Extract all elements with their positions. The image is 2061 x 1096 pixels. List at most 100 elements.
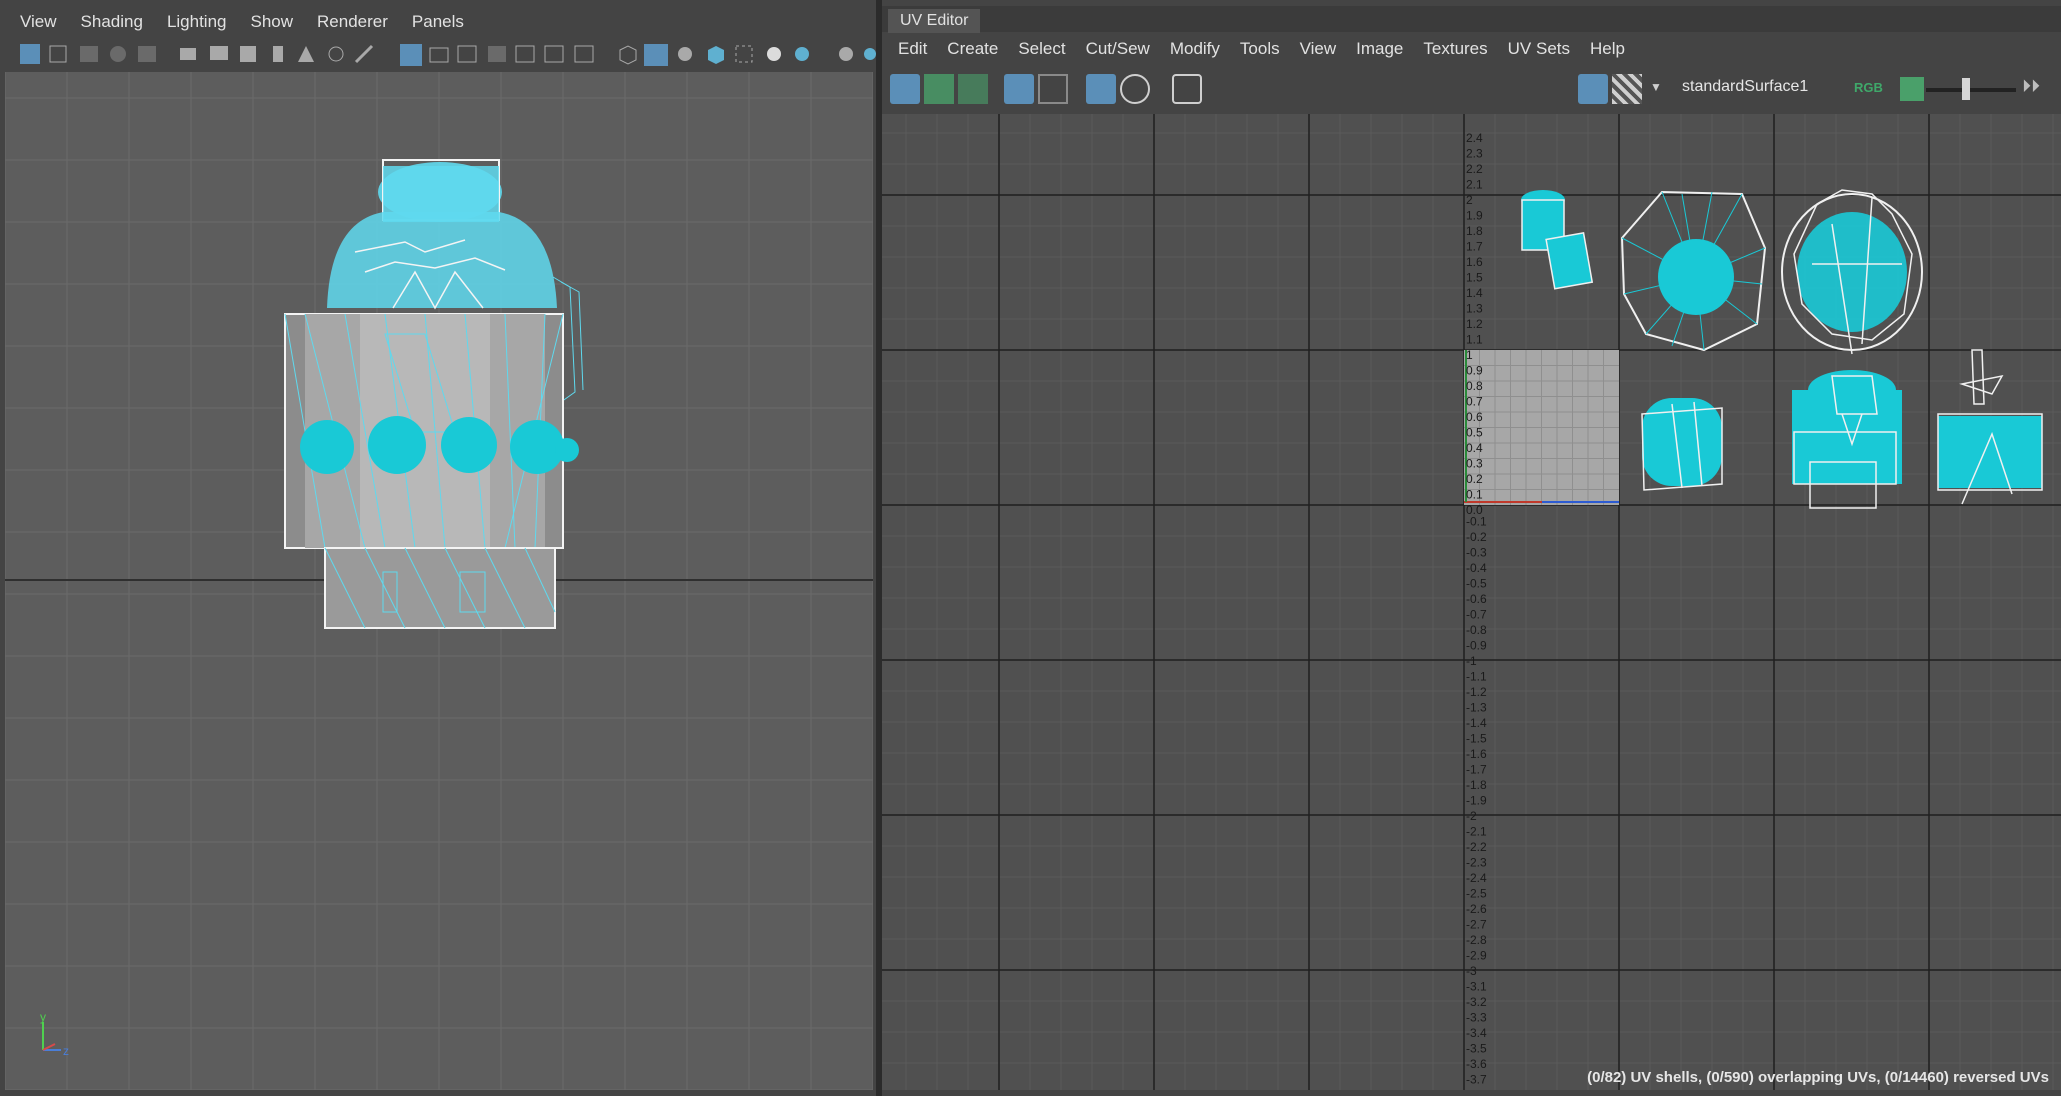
v-tick-label: -3.7 bbox=[1466, 1073, 1487, 1087]
uv-grid: 2.4 2.32.2 2.12 1.91.8 1.71.6 1.51.4 1.31.2 1.1… bbox=[882, 114, 2061, 1090]
uv-editor-menubar: Edit Create Select Cut/Sew Modify Tools … bbox=[882, 34, 2061, 64]
v-tick-label: 0.8 bbox=[1466, 379, 1483, 393]
menu-textures[interactable]: Textures bbox=[1413, 39, 1497, 59]
uv-grid-view-icon[interactable] bbox=[1004, 74, 1034, 104]
v-tick-label: 1 bbox=[1466, 348, 1473, 362]
light-bulb-icon[interactable] bbox=[767, 47, 781, 61]
camera-lock-icon[interactable] bbox=[210, 46, 228, 60]
menu-uv-sets[interactable]: UV Sets bbox=[1498, 39, 1580, 59]
v-tick-label: -2.9 bbox=[1466, 949, 1487, 963]
camera-attributes-icon[interactable] bbox=[49, 45, 67, 63]
select-camera-icon[interactable] bbox=[20, 44, 40, 64]
menu-select[interactable]: Select bbox=[1008, 39, 1075, 59]
v-tick-label: 0.3 bbox=[1466, 457, 1483, 471]
uv-layout-icon[interactable] bbox=[924, 74, 954, 104]
wireframe-icon[interactable] bbox=[619, 45, 637, 65]
v-tick-label: -2.2 bbox=[1466, 840, 1487, 854]
menu-lighting[interactable]: Lighting bbox=[155, 12, 239, 32]
menu-view[interactable]: View bbox=[8, 12, 69, 32]
v-tick-label: 1.8 bbox=[1466, 224, 1483, 238]
v-tick-label: -3.2 bbox=[1466, 995, 1487, 1009]
shadows-icon[interactable] bbox=[795, 47, 809, 61]
viewport-scene bbox=[5, 72, 873, 1090]
uv-checker-view-icon[interactable] bbox=[1038, 74, 1068, 104]
v-tick-label: -2.1 bbox=[1466, 825, 1487, 839]
v-tick-label: 0.1 bbox=[1466, 488, 1483, 502]
v-tick-label: 1.5 bbox=[1466, 271, 1483, 285]
v-tick-label: 2.1 bbox=[1466, 178, 1483, 192]
field-chart-icon[interactable] bbox=[515, 45, 535, 63]
smooth-shade-icon[interactable] bbox=[644, 44, 668, 66]
grid-snap-icon[interactable] bbox=[298, 46, 314, 62]
uv-brightness-slider-handle[interactable] bbox=[1962, 78, 1970, 100]
uv-editor-toolbar: ▼ standardSurface1 RGB ⏵⏵ bbox=[882, 68, 2061, 112]
bookmark-icon[interactable] bbox=[273, 46, 283, 62]
uv-editor-tab[interactable]: UV Editor bbox=[888, 9, 981, 33]
v-tick-label: -2.3 bbox=[1466, 856, 1487, 870]
chevron-down-icon[interactable]: ▼ bbox=[1650, 80, 1662, 94]
menu-modify[interactable]: Modify bbox=[1160, 39, 1230, 59]
menu-uv-view[interactable]: View bbox=[1290, 39, 1347, 59]
rgb-channel-toggle[interactable]: RGB bbox=[1854, 80, 1883, 95]
v-tick-label: 1.4 bbox=[1466, 286, 1483, 300]
v-tick-label: -0.7 bbox=[1466, 608, 1487, 622]
v-tick-label: -1.6 bbox=[1466, 747, 1487, 761]
v-tick-label: 0.4 bbox=[1466, 441, 1483, 455]
v-tick-label: -2 bbox=[1466, 809, 1477, 823]
uv-image-display-icon[interactable] bbox=[1578, 74, 1608, 104]
camera-gear-icon[interactable] bbox=[240, 46, 256, 62]
uv-stairs-icon[interactable] bbox=[958, 74, 988, 104]
v-tick-label: -3.4 bbox=[1466, 1026, 1487, 1040]
lighting-icon[interactable] bbox=[678, 47, 692, 61]
safe-title-icon[interactable] bbox=[574, 45, 594, 63]
2d-pan-icon[interactable] bbox=[138, 46, 156, 62]
uv-brightness-slider[interactable] bbox=[1926, 88, 2016, 92]
menu-panels[interactable]: Panels bbox=[400, 12, 476, 32]
resolution-gate-icon[interactable] bbox=[457, 45, 477, 63]
film-gate-icon[interactable] bbox=[328, 46, 344, 62]
v-tick-label: 0.5 bbox=[1466, 426, 1483, 440]
uv-shell-select-icon[interactable] bbox=[890, 74, 920, 104]
mesh-wireframe[interactable] bbox=[284, 159, 584, 629]
menu-edit[interactable]: Edit bbox=[888, 39, 937, 59]
v-tick-label: -1 bbox=[1466, 654, 1477, 668]
perspective-viewport[interactable]: y z bbox=[5, 72, 873, 1090]
v-tick-label: -3.5 bbox=[1466, 1042, 1487, 1056]
textured-icon[interactable] bbox=[708, 46, 724, 64]
menu-cut-sew[interactable]: Cut/Sew bbox=[1076, 39, 1160, 59]
v-tick-label: -3.1 bbox=[1466, 980, 1487, 994]
toolbar-expand-icon[interactable]: ⏵⏵ bbox=[2022, 76, 2040, 97]
uv-checker-map-icon[interactable] bbox=[1612, 74, 1642, 104]
menu-image[interactable]: Image bbox=[1346, 39, 1413, 59]
camera-icon[interactable] bbox=[180, 48, 196, 60]
v-tick-label: -3.3 bbox=[1466, 1011, 1487, 1025]
menu-help[interactable]: Help bbox=[1580, 39, 1635, 59]
menu-shading[interactable]: Shading bbox=[69, 12, 155, 32]
menu-renderer[interactable]: Renderer bbox=[305, 12, 400, 32]
menu-tools[interactable]: Tools bbox=[1230, 39, 1290, 59]
uv-pixel-snap-icon[interactable] bbox=[1086, 74, 1116, 104]
xray-icon[interactable] bbox=[735, 45, 753, 63]
uv-snapshot-camera-icon[interactable] bbox=[1172, 74, 1202, 104]
image-plane-icon[interactable] bbox=[110, 46, 126, 62]
v-tick-label: -0.3 bbox=[1466, 546, 1487, 560]
uv-isolate-icon[interactable] bbox=[1120, 74, 1150, 104]
pencil-icon[interactable] bbox=[354, 44, 374, 64]
motion-blur-icon[interactable] bbox=[864, 48, 876, 60]
uv-texture-filter-icon[interactable] bbox=[1900, 77, 1924, 101]
v-tick-label: -2.6 bbox=[1466, 902, 1487, 916]
safe-action-icon[interactable] bbox=[544, 45, 564, 63]
menu-show[interactable]: Show bbox=[239, 12, 306, 32]
material-name[interactable]: standardSurface1 bbox=[1682, 78, 1808, 96]
uv-canvas[interactable]: 2.4 2.3 2.2 2.1 2 1.9 1.8 1.7 1.6 1.5 1.4 1.3 1.2 1.1… bbox=[882, 114, 2061, 1090]
v-tick-label: -1.2 bbox=[1466, 685, 1487, 699]
ambient-occlusion-icon[interactable] bbox=[839, 47, 853, 61]
v-tick-label: 1.9 bbox=[1466, 209, 1483, 223]
viewport-toolbar bbox=[0, 40, 878, 70]
bookmarks-icon[interactable] bbox=[80, 46, 98, 62]
gate-mask-icon[interactable] bbox=[488, 46, 506, 62]
grid-toggle-icon[interactable] bbox=[400, 44, 422, 66]
film-gate-toggle-icon[interactable] bbox=[429, 47, 449, 63]
v-tick-label: -1.9 bbox=[1466, 794, 1487, 808]
menu-create[interactable]: Create bbox=[937, 39, 1008, 59]
